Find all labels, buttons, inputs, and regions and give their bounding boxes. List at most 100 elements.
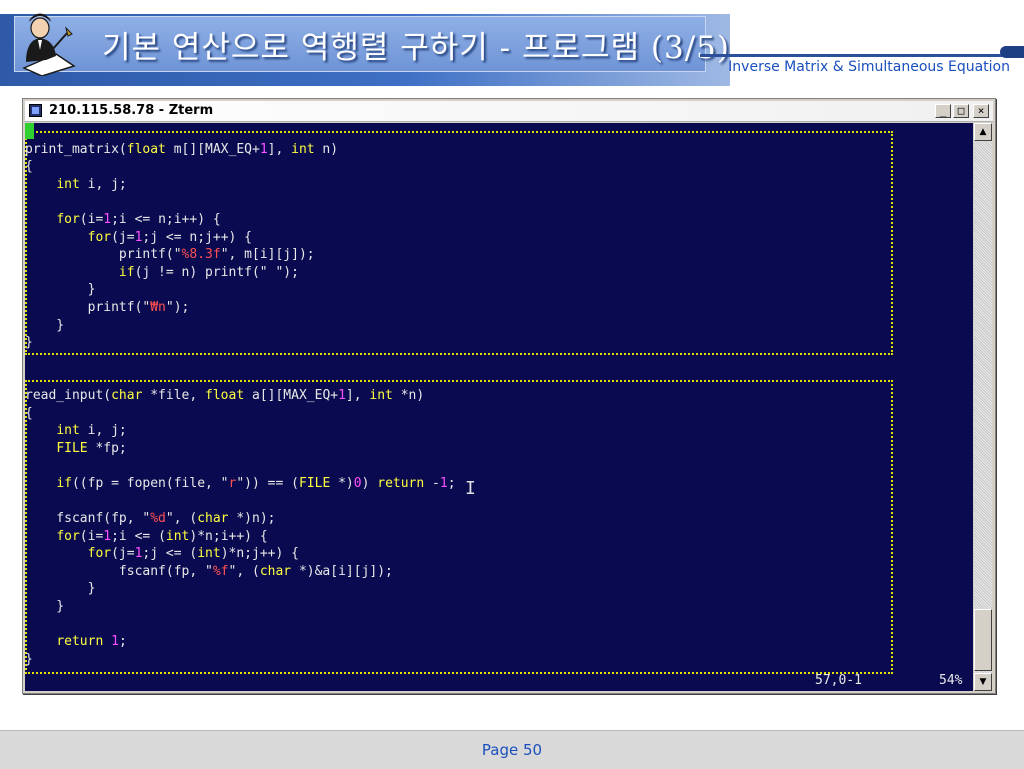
code-line[interactable]: } — [25, 317, 456, 335]
code-line[interactable]: ​ — [25, 616, 456, 634]
code-token: *)&a[i][j]); — [291, 563, 393, 579]
code-token: 1 — [439, 475, 448, 491]
code-token: 1 — [103, 211, 112, 227]
code-token: )*n;i++) { — [189, 528, 268, 544]
code-token: ")) == ( — [236, 475, 299, 491]
code-token: if — [118, 264, 135, 280]
maximize-button[interactable]: □ — [953, 104, 969, 118]
terminal-icon[interactable] — [29, 104, 42, 117]
code-line[interactable]: ​ — [25, 193, 456, 211]
code-token: fscanf(fp, " — [25, 563, 213, 579]
code-line[interactable]: for(j=1;j <= n;j++) { — [25, 229, 456, 247]
slide-title: 기본 연산으로 역행렬 구하기 - 프로그램 (3/5) — [102, 30, 730, 66]
code-token: ; — [118, 634, 127, 650]
code-token: (j= — [111, 229, 135, 245]
code-line[interactable]: printf("%8.3f", m[i][j]); — [25, 246, 456, 264]
code-line[interactable]: { — [25, 158, 456, 176]
code-line[interactable]: ​ — [25, 352, 456, 370]
code-token: float — [205, 387, 245, 403]
text-cursor — [25, 123, 34, 139]
code-line[interactable]: read_input(char *file, float a[][MAX_EQ+… — [25, 387, 456, 405]
code-line[interactable]: } — [25, 334, 456, 352]
close-button[interactable]: × — [973, 104, 989, 118]
code-line[interactable]: } — [25, 580, 456, 598]
code-token: *file, — [142, 387, 206, 403]
code-token: FILE — [298, 475, 331, 491]
code-token: if — [56, 475, 72, 491]
code-line[interactable]: { — [25, 405, 456, 423]
code-token: } — [25, 317, 65, 333]
code-token: 0 — [353, 475, 362, 491]
code-line[interactable]: return 1; — [25, 633, 456, 651]
code-token: %8.3f — [181, 247, 221, 263]
code-line[interactable] — [25, 123, 456, 141]
code-token: (i= — [79, 528, 104, 544]
code-token: } — [25, 651, 33, 667]
header-rule — [700, 54, 1024, 57]
code-token: i, j; — [79, 423, 127, 439]
slide-subtitle: Inverse Matrix & Simultaneous Equation — [728, 59, 1010, 75]
code-token: return — [56, 634, 104, 650]
terminal-screen[interactable]: print_matrix(float m[][MAX_EQ+1], int n)… — [25, 123, 973, 691]
scroll-down-arrow-icon[interactable]: ▼ — [974, 673, 992, 691]
code-line[interactable]: } — [25, 598, 456, 616]
code-line[interactable]: if((fp = fopen(file, "r")) == (FILE *)0)… — [25, 475, 456, 493]
code-token: ) — [361, 475, 378, 491]
code-line[interactable]: if(j != n) printf(" "); — [25, 264, 456, 282]
code-line[interactable]: } — [25, 651, 456, 669]
code-token: return — [377, 475, 425, 491]
code-token: i, j; — [79, 176, 127, 192]
code-token: ; — [447, 475, 456, 491]
code-line[interactable]: } — [25, 281, 456, 299]
code-line[interactable]: fscanf(fp, "%f", (char *)&a[i][j]); — [25, 563, 456, 581]
code-line[interactable]: int i, j; — [25, 176, 456, 194]
vertical-scrollbar[interactable]: ▲ ▼ — [974, 123, 992, 691]
code-line[interactable]: fscanf(fp, "%d", (char *)n); — [25, 510, 456, 528]
code-line[interactable]: for(i=1;i <= n;i++) { — [25, 211, 456, 229]
code-line[interactable]: for(j=1;j <= (int)*n;j++) { — [25, 545, 456, 563]
scroll-thumb[interactable] — [974, 609, 992, 671]
code-token: "); — [275, 264, 299, 280]
code-token: int — [197, 546, 221, 562]
code-token: ], — [345, 387, 370, 403]
code-line[interactable]: print_matrix(float m[][MAX_EQ+1], int n) — [25, 141, 456, 159]
code-token: int — [291, 141, 315, 157]
code-token: char — [259, 563, 292, 579]
minimize-button[interactable]: _ — [935, 104, 951, 118]
code-line[interactable]: printf("₩n"); — [25, 299, 456, 317]
window-titlebar[interactable]: 210.115.58.78 - Zterm _ □ × — [25, 101, 993, 122]
code-token: *n) — [392, 387, 425, 403]
scroll-up-arrow-icon[interactable]: ▲ — [974, 123, 992, 141]
code-listing[interactable]: print_matrix(float m[][MAX_EQ+1], int n)… — [25, 123, 456, 668]
code-line[interactable]: ​ — [25, 457, 456, 475]
slide-header: 기본 연산으로 역행렬 구하기 - 프로그램 (3/5) Inverse Mat… — [0, 0, 1024, 86]
code-token: for — [87, 546, 112, 562]
code-line[interactable]: ​ — [25, 492, 456, 510]
code-token: int — [56, 423, 80, 439]
code-line[interactable]: int i, j; — [25, 422, 456, 440]
ibeam-cursor-icon: I — [465, 478, 476, 499]
code-token: fscanf(fp, " — [25, 511, 151, 527]
code-token: { — [25, 405, 33, 421]
code-token: char — [111, 387, 143, 403]
header-decoration — [1000, 46, 1024, 58]
code-token: } — [25, 282, 96, 298]
code-token: int — [165, 528, 190, 544]
terminal-window: 210.115.58.78 - Zterm _ □ × print_matrix… — [22, 98, 996, 694]
code-token: %d — [150, 511, 166, 527]
code-line[interactable]: ​ — [25, 369, 456, 387]
code-token: ((fp = fopen(file, " — [71, 475, 229, 491]
code-token: (j != n) printf(" — [134, 264, 268, 280]
code-token: ", ( — [228, 563, 260, 579]
code-line[interactable]: FILE *fp; — [25, 440, 456, 458]
code-line[interactable]: for(i=1;i <= (int)*n;i++) { — [25, 528, 456, 546]
code-token: read_input( — [25, 387, 112, 403]
